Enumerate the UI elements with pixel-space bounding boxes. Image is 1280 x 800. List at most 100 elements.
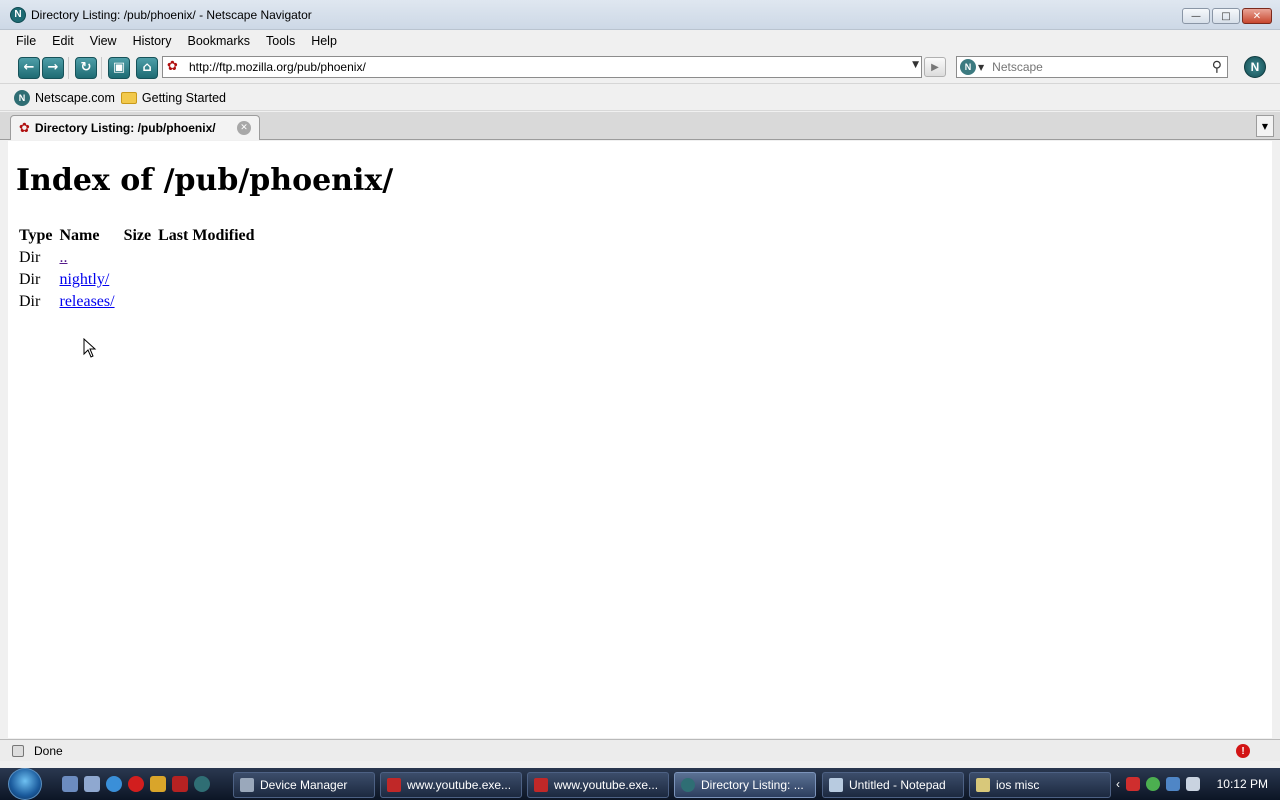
page-content: Index of /pub/phoenix/ Type Name Size La… bbox=[8, 141, 1272, 738]
search-engine-icon[interactable]: N bbox=[960, 59, 976, 75]
show-desktop-icon[interactable] bbox=[62, 776, 78, 792]
releases-link[interactable]: releases/ bbox=[59, 293, 114, 310]
notepad-icon bbox=[829, 778, 843, 792]
tab-strip: ✿ Directory Listing: /pub/phoenix/ ✕ ▼ bbox=[0, 112, 1280, 140]
column-header-name: Name bbox=[59, 227, 100, 244]
media-player-icon[interactable] bbox=[150, 776, 166, 792]
back-button[interactable]: ← bbox=[18, 56, 40, 79]
maximize-button[interactable]: □ bbox=[1212, 8, 1240, 24]
search-bar[interactable]: N ▼ ⚲ bbox=[956, 56, 1228, 78]
url-dropdown-icon[interactable]: ▼ bbox=[912, 60, 919, 70]
tab-close-icon[interactable]: ✕ bbox=[237, 121, 251, 135]
parent-directory-link[interactable]: .. bbox=[59, 249, 67, 266]
table-row: Dir releases/ bbox=[19, 293, 259, 311]
netscape-throbber-icon[interactable]: N bbox=[1244, 56, 1266, 78]
taskbar: Device Manager www.youtube.exe... www.yo… bbox=[0, 768, 1280, 800]
toolbar-separator bbox=[101, 56, 102, 79]
table-row: Dir nightly/ bbox=[19, 271, 259, 289]
status-bar: Done ! bbox=[0, 739, 1280, 761]
search-engine-dropdown-icon[interactable]: ▼ bbox=[978, 63, 984, 72]
bookmark-netscape[interactable]: N Netscape.com bbox=[14, 89, 115, 106]
netscape-icon bbox=[681, 778, 695, 792]
menu-bookmarks[interactable]: Bookmarks bbox=[179, 34, 258, 48]
bookmark-getting-started[interactable]: Getting Started bbox=[120, 90, 226, 105]
window-title: Directory Listing: /pub/phoenix/ - Netsc… bbox=[31, 7, 312, 22]
column-header-last-modified: Last Modified bbox=[158, 227, 255, 244]
home-button[interactable]: ⌂ bbox=[136, 56, 158, 79]
column-header-size: Size bbox=[123, 227, 152, 244]
forward-button[interactable]: → bbox=[42, 56, 64, 79]
search-icon[interactable]: ⚲ bbox=[1212, 59, 1222, 75]
minimize-button[interactable]: — bbox=[1182, 8, 1210, 24]
taskbar-button-device-manager[interactable]: Device Manager bbox=[233, 772, 375, 798]
youtube-app-icon bbox=[387, 778, 401, 792]
menu-tools[interactable]: Tools bbox=[258, 34, 303, 48]
bookmark-label: Netscape.com bbox=[35, 90, 115, 105]
title-bar: N Directory Listing: /pub/phoenix/ - Net… bbox=[0, 0, 1280, 30]
site-icon: ✿ bbox=[167, 59, 178, 74]
menu-edit[interactable]: Edit bbox=[44, 34, 82, 48]
url-text[interactable]: http://ftp.mozilla.org/pub/phoenix/ bbox=[189, 60, 366, 74]
close-button[interactable]: ✕ bbox=[1242, 8, 1272, 24]
clock[interactable]: 10:12 PM bbox=[1217, 777, 1268, 791]
table-header-row: Type Name Size Last Modified bbox=[19, 227, 259, 245]
taskbar-button-notepad[interactable]: Untitled - Notepad bbox=[822, 772, 964, 798]
status-text: Done bbox=[34, 743, 63, 758]
text-file-icon bbox=[976, 778, 990, 792]
taskbar-button-label: ios misc bbox=[996, 778, 1040, 792]
taskbar-button-youtube-1[interactable]: www.youtube.exe... bbox=[380, 772, 522, 798]
mouse-cursor-icon bbox=[83, 338, 97, 358]
table-row: Dir .. bbox=[19, 249, 259, 267]
flash-app-icon[interactable] bbox=[172, 776, 188, 792]
row-type: Dir bbox=[19, 293, 41, 310]
menu-view[interactable]: View bbox=[82, 34, 125, 48]
menu-history[interactable]: History bbox=[125, 34, 180, 48]
quick-launch bbox=[62, 776, 210, 792]
bookmark-label: Getting Started bbox=[141, 90, 226, 105]
taskbar-button-label: www.youtube.exe... bbox=[554, 778, 659, 792]
taskbar-button-label: Device Manager bbox=[260, 778, 348, 792]
tray-expand-icon[interactable]: ‹ bbox=[1116, 777, 1120, 791]
page-status-icon bbox=[12, 744, 24, 757]
menu-help[interactable]: Help bbox=[303, 34, 345, 48]
search-input[interactable] bbox=[992, 60, 1193, 74]
tab-label: Directory Listing: /pub/phoenix/ bbox=[34, 121, 216, 135]
row-type: Dir bbox=[19, 249, 41, 266]
taskbar-button-directory-listing[interactable]: Directory Listing: ... bbox=[674, 772, 816, 798]
taskbar-button-label: www.youtube.exe... bbox=[407, 778, 512, 792]
start-button[interactable] bbox=[8, 768, 42, 800]
toolbar-separator bbox=[68, 56, 69, 79]
stop-button[interactable]: ▣ bbox=[108, 56, 130, 79]
taskbar-button-label: Untitled - Notepad bbox=[849, 778, 946, 792]
nightly-link[interactable]: nightly/ bbox=[59, 271, 109, 288]
menu-file[interactable]: File bbox=[8, 34, 44, 48]
netscape-icon: N bbox=[14, 89, 30, 106]
antivirus-icon[interactable] bbox=[1126, 777, 1140, 791]
go-button[interactable]: ▶ bbox=[924, 57, 946, 77]
netscape-icon[interactable] bbox=[194, 776, 210, 792]
page-heading: Index of /pub/phoenix/ bbox=[16, 163, 394, 198]
reload-button[interactable]: ↻ bbox=[75, 56, 97, 79]
navigation-toolbar: ← → ↻ ▣ ⌂ ✿ http://ftp.mozilla.org/pub/p… bbox=[0, 52, 1280, 84]
opera-icon[interactable] bbox=[128, 776, 144, 792]
tab-list-button[interactable]: ▼ bbox=[1256, 115, 1274, 137]
tab-directory-listing[interactable]: ✿ Directory Listing: /pub/phoenix/ ✕ bbox=[10, 115, 260, 140]
network-icon[interactable] bbox=[1166, 777, 1180, 791]
taskbar-button-label: Directory Listing: ... bbox=[701, 778, 804, 792]
window-controls: — □ ✕ bbox=[1182, 8, 1272, 24]
internet-explorer-icon[interactable] bbox=[106, 776, 122, 792]
site-icon: ✿ bbox=[19, 120, 30, 136]
chrome-icon[interactable] bbox=[1146, 777, 1160, 791]
alert-icon[interactable]: ! bbox=[1236, 744, 1250, 758]
url-bar[interactable]: ✿ http://ftp.mozilla.org/pub/phoenix/ ▼ bbox=[162, 56, 922, 78]
volume-icon[interactable] bbox=[1186, 777, 1200, 791]
directory-table: Type Name Size Last Modified Dir .. Dir … bbox=[16, 223, 262, 315]
taskbar-button-youtube-2[interactable]: www.youtube.exe... bbox=[527, 772, 669, 798]
browser-window: N Directory Listing: /pub/phoenix/ - Net… bbox=[0, 0, 1280, 768]
folder-icon bbox=[120, 91, 137, 104]
menu-bar: File Edit View History Bookmarks Tools H… bbox=[0, 30, 1280, 52]
bookmarks-toolbar: N Netscape.com Getting Started bbox=[0, 85, 1280, 111]
switch-windows-icon[interactable] bbox=[84, 776, 100, 792]
taskbar-button-ios-misc[interactable]: ios misc bbox=[969, 772, 1111, 798]
youtube-app-icon bbox=[534, 778, 548, 792]
